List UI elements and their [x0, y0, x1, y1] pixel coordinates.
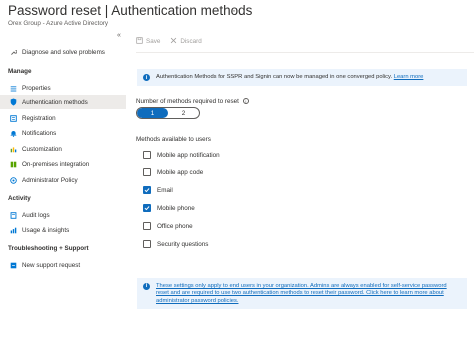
method-checkbox[interactable] — [143, 151, 151, 159]
method-row[interactable]: Security questions — [143, 239, 208, 249]
sidebar-item-label: Audit logs — [22, 211, 50, 219]
registration-icon — [6, 114, 20, 122]
methods-required-toggle: 1 2 — [136, 107, 200, 119]
methods-required-label: Number of methods required to reset i — [136, 98, 249, 105]
sidebar: « Diagnose and solve problems Manage Pro… — [0, 32, 126, 355]
audit-log-icon — [6, 211, 20, 219]
info-banner-converged-policy: i Authentication Methods for SSPR and Si… — [137, 69, 467, 86]
info-icon: i — [143, 283, 150, 290]
save-label: Save — [146, 37, 161, 45]
method-checkbox[interactable] — [143, 240, 151, 248]
info-icon: i — [143, 74, 150, 81]
save-button[interactable]: Save — [136, 36, 161, 46]
discard-button[interactable]: Discard — [170, 37, 202, 46]
method-checkbox[interactable] — [143, 168, 151, 176]
info-tooltip-icon[interactable]: i — [242, 98, 249, 105]
support-request-icon — [6, 262, 20, 269]
method-checkbox[interactable] — [143, 204, 151, 212]
page-header: Password reset | Authentication methods … — [0, 0, 474, 32]
sidebar-item-label: Authentication methods — [22, 98, 88, 106]
sidebar-item-label: Registration — [22, 114, 56, 122]
checkmark-icon — [144, 188, 150, 193]
learn-more-link[interactable]: Learn more — [394, 74, 424, 80]
method-label: Email — [157, 186, 173, 194]
customization-icon — [6, 146, 20, 153]
bell-icon — [6, 130, 20, 137]
sidebar-item-label: On-premises integration — [22, 160, 90, 168]
admin-policy-link[interactable]: These settings only apply to end users i… — [156, 283, 461, 305]
section-heading-manage: Manage — [8, 68, 32, 75]
sidebar-item-label: Customization — [22, 145, 62, 153]
more-options-button[interactable]: ··· — [232, 3, 247, 17]
page-title: Password reset | Authentication methods — [8, 3, 253, 18]
integration-icon — [6, 161, 20, 168]
method-label: Office phone — [157, 222, 193, 230]
sidebar-item-properties[interactable]: Properties — [0, 81, 126, 95]
policy-icon — [6, 176, 20, 184]
page-subtitle: Orex Group - Azure Active Directory — [8, 20, 109, 27]
sidebar-item-notifications[interactable]: Notifications — [0, 126, 126, 140]
methods-available-label: Methods available to users — [136, 136, 211, 143]
sidebar-item-label: Properties — [22, 84, 51, 92]
sidebar-item-new-support-request[interactable]: New support request — [0, 258, 126, 272]
toolbar-divider — [136, 52, 474, 53]
methods-required-option-1[interactable]: 1 — [137, 108, 168, 118]
main-content: Save Discard i Authentication Methods fo… — [136, 32, 474, 355]
method-row[interactable]: Mobile app notification — [143, 150, 220, 160]
sidebar-item-administrator-policy[interactable]: Administrator Policy — [0, 173, 126, 187]
sidebar-item-usage-insights[interactable]: Usage & insights — [0, 223, 126, 237]
section-heading-troubleshooting: Troubleshooting + Support — [8, 245, 89, 252]
sidebar-item-label: Diagnose and solve problems — [22, 48, 105, 56]
command-bar: Save Discard — [136, 34, 202, 48]
sidebar-item-label: Administrator Policy — [22, 176, 78, 184]
collapse-sidebar-button[interactable]: « — [117, 32, 121, 39]
sidebar-item-authentication-methods[interactable]: Authentication methods — [0, 95, 126, 109]
method-label: Security questions — [157, 240, 209, 248]
sidebar-item-label: Notifications — [22, 129, 57, 137]
methods-required-label-text: Number of methods required to reset — [136, 98, 239, 105]
sidebar-item-diagnose[interactable]: Diagnose and solve problems — [0, 45, 126, 59]
save-icon — [136, 36, 143, 46]
sidebar-item-on-premises-integration[interactable]: On-premises integration — [0, 157, 126, 171]
sidebar-item-label: New support request — [22, 261, 81, 269]
method-checkbox[interactable] — [143, 186, 151, 194]
methods-required-option-2[interactable]: 2 — [168, 108, 199, 118]
insights-icon — [6, 227, 20, 234]
section-heading-activity: Activity — [8, 195, 31, 202]
info-banner-text: Authentication Methods for SSPR and Sign… — [156, 74, 393, 80]
info-banner-admin-settings: i These settings only apply to end users… — [137, 278, 467, 309]
shield-icon — [6, 98, 20, 106]
method-label: Mobile phone — [157, 204, 195, 212]
sidebar-item-customization[interactable]: Customization — [0, 142, 126, 156]
method-checkbox[interactable] — [143, 222, 151, 230]
method-label: Mobile app code — [157, 168, 204, 176]
wrench-icon — [6, 49, 20, 56]
method-row[interactable]: Email — [143, 185, 173, 195]
method-row[interactable]: Office phone — [143, 221, 193, 231]
method-label: Mobile app notification — [157, 151, 220, 159]
close-icon — [170, 37, 177, 46]
method-row[interactable]: Mobile app code — [143, 167, 203, 177]
sidebar-item-audit-logs[interactable]: Audit logs — [0, 208, 126, 222]
discard-label: Discard — [180, 37, 202, 45]
method-row[interactable]: Mobile phone — [143, 203, 195, 213]
settings-bars-icon — [6, 85, 20, 92]
sidebar-item-registration[interactable]: Registration — [0, 111, 126, 125]
sidebar-item-label: Usage & insights — [22, 226, 70, 234]
checkmark-icon — [144, 206, 150, 211]
